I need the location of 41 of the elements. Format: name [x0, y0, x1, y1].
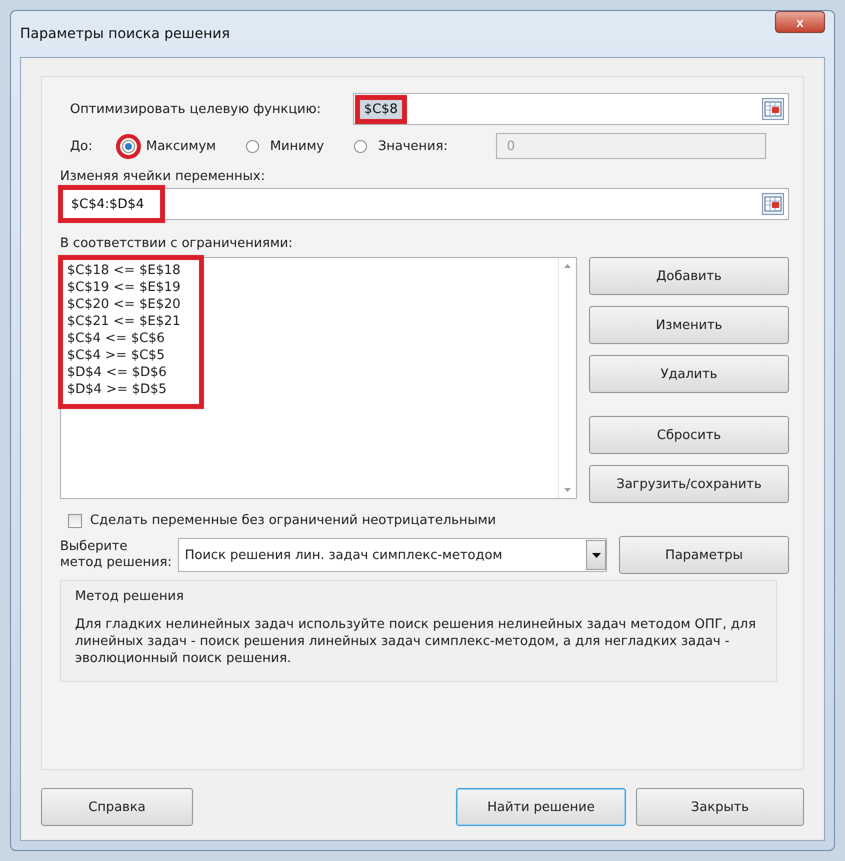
constraint-item[interactable]: $C$4 <= $C$6: [67, 330, 181, 347]
side-button[interactable]: Добавить: [589, 257, 789, 295]
range-picker-icon[interactable]: [762, 193, 784, 215]
variables-field[interactable]: $C$4:$D$4: [60, 188, 789, 220]
footer-button[interactable]: Закрыть: [636, 788, 804, 826]
scroll-up-icon[interactable]: [564, 264, 571, 268]
variables-label: Изменяя ячейки переменных:: [60, 169, 266, 184]
footer-button[interactable]: Справка: [41, 788, 193, 826]
footer-button[interactable]: Найти решение: [456, 788, 626, 826]
radio-option[interactable]: Максимум: [116, 134, 216, 158]
constraint-item[interactable]: $C$19 <= $E$19: [67, 279, 181, 296]
range-picker-icon[interactable]: [762, 98, 784, 120]
highlight-frame: $C$4:$D$4: [61, 188, 162, 220]
constraint-item[interactable]: $C$20 <= $E$20: [67, 296, 181, 313]
side-button[interactable]: Загрузить/сохранить: [589, 465, 789, 503]
method-label: Выберите метод решения:: [60, 539, 172, 571]
side-button[interactable]: Изменить: [589, 306, 789, 344]
constraint-item[interactable]: $C$4 >= $C$5: [67, 347, 181, 364]
scroll-down-icon[interactable]: [564, 488, 571, 492]
constraint-item[interactable]: $D$4 <= $D$6: [67, 364, 181, 381]
side-button[interactable]: Удалить: [589, 355, 789, 393]
group-title: Метод решения: [75, 589, 185, 604]
objective-label: Оптимизировать целевую функцию:: [70, 102, 321, 116]
checkbox[interactable]: [68, 514, 82, 528]
radio-option[interactable]: Миниму: [240, 134, 324, 158]
options-button[interactable]: Параметры: [619, 536, 789, 574]
method-select[interactable]: Поиск решения лин. задач симплекс-методом: [178, 538, 607, 572]
radio-option[interactable]: Значения:: [348, 134, 448, 158]
objective-field[interactable]: $C$8: [352, 93, 789, 125]
constraints-list[interactable]: $C$18 <= $E$18 $C$19 <= $E$19 $C$20 <= $E$20 $C$21 <= $E$21 $C$4 <= $C$6 $C$4 >= $C$5 $D$4 <= $D$6 $D$4 >= $D$5: [60, 257, 577, 499]
constraint-item[interactable]: $C$18 <= $E$18: [67, 262, 181, 279]
to-label: До:: [70, 138, 94, 154]
caret-icon: [592, 552, 600, 558]
side-button[interactable]: Сбросить: [589, 416, 789, 454]
checkbox-label: Сделать переменные без ограничений неотрицательными: [90, 513, 496, 528]
constraint-item[interactable]: $D$4 >= $D$5: [67, 381, 181, 398]
method-description: Для гладких нелинейных задач используйте поиск решения нелинейных задач методом ОПГ, для линейных задач - поиск решения линейных задач симплекс-методом, а для негладких задач - эволюционный поиск решения.: [75, 616, 757, 667]
constraints-label: В соответствии с ограничениями:: [60, 236, 294, 251]
dropdown-button[interactable]: [586, 540, 606, 570]
constraint-item[interactable]: $C$21 <= $E$21: [67, 313, 181, 330]
window-title: Параметры поиска решения: [20, 26, 230, 42]
